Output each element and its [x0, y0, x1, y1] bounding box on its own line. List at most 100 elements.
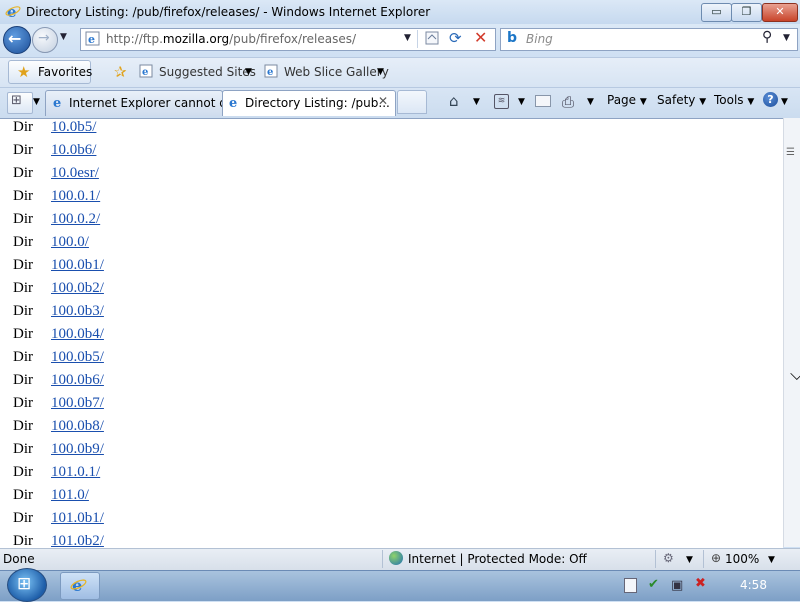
add-to-favorites-bar-icon[interactable]: ✰: [114, 63, 127, 81]
entry-type: Dir: [13, 349, 33, 365]
address-url[interactable]: http://ftp.mozilla.org/pub/firefox/relea…: [106, 32, 356, 46]
entry-type: Dir: [13, 510, 33, 526]
tab-list-dropdown-icon[interactable]: ▼: [33, 97, 40, 107]
entry-type: Dir: [13, 487, 33, 503]
entry-type: Dir: [13, 280, 33, 296]
directory-link[interactable]: 100.0/: [51, 234, 89, 251]
separator: [417, 30, 418, 48]
address-dropdown-icon[interactable]: ▼: [404, 33, 411, 43]
help-icon[interactable]: ?: [763, 92, 778, 107]
home-icon[interactable]: ⌂: [449, 92, 459, 110]
recent-pages-dropdown-icon[interactable]: ▼: [60, 32, 67, 42]
directory-link[interactable]: 100.0b3/: [51, 303, 104, 320]
directory-link[interactable]: 100.0b5/: [51, 349, 104, 366]
tray-document-icon[interactable]: [624, 578, 637, 593]
svg-text:e: e: [88, 33, 95, 46]
directory-link[interactable]: 101.0b2/: [51, 533, 104, 548]
ie-logo-icon: e: [5, 3, 21, 19]
suggested-sites-dropdown-icon[interactable]: ▼: [245, 67, 252, 77]
svg-text:e: e: [53, 96, 61, 109]
maximize-button[interactable]: ❐: [731, 3, 762, 22]
back-button[interactable]: ←: [3, 26, 31, 54]
web-slice-gallery-icon: e: [264, 64, 278, 78]
refresh-icon[interactable]: ⟳: [449, 29, 462, 47]
directory-link[interactable]: 100.0b9/: [51, 441, 104, 458]
status-text: Done: [3, 552, 35, 566]
tray-network-icon[interactable]: ▣: [671, 578, 683, 593]
forward-button[interactable]: →: [32, 27, 58, 53]
minimize-button[interactable]: ▭: [701, 3, 732, 22]
safety-menu[interactable]: Safety ▼: [657, 93, 706, 107]
zoom-icon[interactable]: ⊕: [711, 551, 721, 565]
maximize-icon: ❐: [741, 5, 752, 18]
svg-text:e: e: [229, 96, 237, 109]
directory-link[interactable]: 100.0b1/: [51, 257, 104, 274]
mouse-cursor-icon: ⌵: [790, 364, 800, 385]
protected-mode-icon[interactable]: ⚙: [663, 551, 674, 565]
ie-logo-icon: e: [70, 576, 87, 593]
feeds-icon[interactable]: ≋: [494, 94, 509, 109]
new-tab-button[interactable]: [397, 90, 427, 114]
protected-mode-dropdown-icon[interactable]: ▼: [686, 555, 693, 565]
search-icon[interactable]: ⚲: [762, 29, 772, 45]
directory-link[interactable]: 100.0b8/: [51, 418, 104, 435]
close-icon: ✕: [775, 5, 785, 18]
tray-action-center-icon[interactable]: ✔: [648, 577, 659, 592]
directory-link[interactable]: 100.0.1/: [51, 188, 100, 205]
entry-type: Dir: [13, 533, 33, 548]
search-placeholder: Bing: [526, 32, 553, 46]
tray-volume-muted-icon[interactable]: ✖: [695, 576, 706, 591]
entry-type: Dir: [13, 418, 33, 434]
directory-link[interactable]: 100.0b2/: [51, 280, 104, 297]
zoom-dropdown-icon[interactable]: ▼: [768, 555, 775, 565]
tab-label: Directory Listing: /pub...: [245, 96, 390, 110]
entry-type: Dir: [13, 142, 33, 158]
entry-type: Dir: [13, 211, 33, 227]
feeds-dropdown-icon[interactable]: ▼: [518, 97, 525, 107]
entry-type: Dir: [13, 464, 33, 480]
page-icon: e: [85, 31, 100, 46]
ie-page-icon: e: [53, 96, 61, 109]
directory-link[interactable]: 100.0.2/: [51, 211, 100, 228]
quick-tabs-icon: ⊞: [11, 93, 22, 108]
directory-link[interactable]: 101.0b1/: [51, 510, 104, 527]
security-zone-text[interactable]: Internet | Protected Mode: Off: [408, 552, 587, 566]
home-dropdown-icon[interactable]: ▼: [473, 97, 480, 107]
directory-link[interactable]: 10.0b6/: [51, 142, 96, 159]
search-options-dropdown-icon[interactable]: ▼: [783, 33, 790, 43]
read-mail-icon[interactable]: [535, 95, 551, 107]
entry-type: Dir: [13, 257, 33, 273]
print-dropdown-icon[interactable]: ▼: [587, 97, 594, 107]
web-slice-gallery-dropdown-icon[interactable]: ▼: [377, 67, 384, 77]
entry-type: Dir: [13, 234, 33, 250]
page-menu[interactable]: Page ▼: [607, 93, 647, 107]
directory-link[interactable]: 10.0esr/: [51, 165, 99, 182]
suggested-sites-icon: e: [139, 64, 153, 78]
directory-link[interactable]: 10.0b5/: [51, 119, 96, 136]
close-window-button[interactable]: ✕: [762, 3, 798, 22]
tab-label: Internet Explorer cannot d...: [69, 96, 239, 110]
print-icon[interactable]: ⎙: [562, 93, 574, 111]
vertical-scrollbar[interactable]: [783, 118, 800, 547]
entry-type: Dir: [13, 119, 33, 135]
directory-link[interactable]: 100.0b7/: [51, 395, 104, 412]
entry-type: Dir: [13, 372, 33, 388]
tools-menu[interactable]: Tools ▼: [714, 93, 754, 107]
directory-link[interactable]: 100.0b4/: [51, 326, 104, 343]
stop-icon[interactable]: ✕: [474, 28, 487, 47]
directory-link[interactable]: 101.0/: [51, 487, 89, 504]
separator: [382, 550, 383, 568]
zoom-level[interactable]: 100%: [725, 552, 759, 566]
separator: [655, 550, 656, 568]
help-dropdown-icon[interactable]: ▼: [781, 97, 788, 107]
taskbar-clock[interactable]: 4:58: [740, 578, 767, 592]
compatibility-view-icon[interactable]: [425, 31, 439, 45]
back-arrow-icon: ←: [8, 29, 22, 48]
forward-arrow-icon: →: [38, 30, 50, 46]
suggested-sites-link[interactable]: Suggested Sites: [159, 65, 256, 79]
close-tab-icon[interactable]: ✕: [378, 94, 388, 108]
directory-link[interactable]: 101.0.1/: [51, 464, 100, 481]
web-slice-gallery-link[interactable]: Web Slice Gallery: [284, 65, 389, 79]
svg-text:e: e: [267, 67, 273, 78]
directory-link[interactable]: 100.0b6/: [51, 372, 104, 389]
